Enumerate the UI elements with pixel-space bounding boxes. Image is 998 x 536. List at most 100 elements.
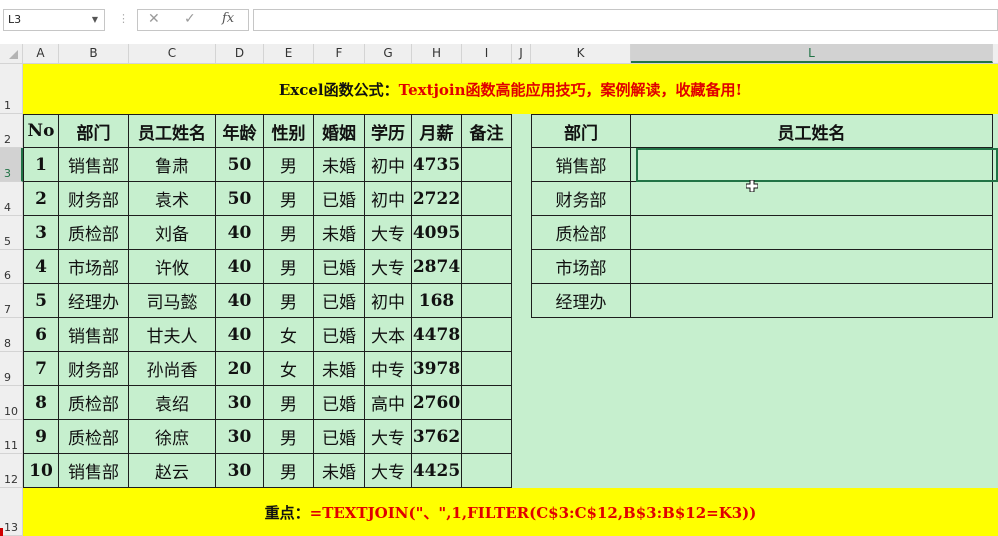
table-cell[interactable]: 10: [23, 454, 59, 488]
function-icon[interactable]: fx: [222, 11, 234, 26]
row-header-13[interactable]: 13: [0, 488, 23, 536]
lookup-cell[interactable]: [631, 284, 993, 318]
table-cell[interactable]: 5: [23, 284, 59, 318]
table-cell[interactable]: 已婚: [314, 182, 365, 216]
table-cell[interactable]: 大专: [365, 250, 412, 284]
table-cell[interactable]: 已婚: [314, 420, 365, 454]
table-cell[interactable]: 财务部: [59, 352, 129, 386]
lookup-cell[interactable]: 财务部: [531, 182, 631, 216]
table-cell[interactable]: 司马懿: [129, 284, 216, 318]
table-cell[interactable]: [462, 284, 512, 318]
table-cell[interactable]: [462, 318, 512, 352]
table-cell[interactable]: 初中: [365, 182, 412, 216]
table-cell[interactable]: 3: [23, 216, 59, 250]
row-header-1[interactable]: 1: [0, 64, 23, 114]
table-cell[interactable]: 4: [23, 250, 59, 284]
table-header-cell[interactable]: 年龄: [216, 114, 264, 148]
more-options-icon[interactable]: ⋮: [118, 12, 129, 25]
table-cell[interactable]: 女: [264, 318, 314, 352]
table-cell[interactable]: 2722: [412, 182, 462, 216]
table-cell[interactable]: 30: [216, 420, 264, 454]
table-cell[interactable]: 男: [264, 216, 314, 250]
row-header-10[interactable]: 10: [0, 386, 23, 420]
table-cell[interactable]: 赵云: [129, 454, 216, 488]
table-cell[interactable]: 已婚: [314, 250, 365, 284]
column-header-i[interactable]: I: [462, 44, 512, 63]
table-cell[interactable]: 40: [216, 318, 264, 352]
table-cell[interactable]: 6: [23, 318, 59, 352]
table-cell[interactable]: 甘夫人: [129, 318, 216, 352]
table-cell[interactable]: 4735: [412, 148, 462, 182]
table-header-cell[interactable]: 员工姓名: [129, 114, 216, 148]
table-cell[interactable]: 销售部: [59, 148, 129, 182]
lookup-header-cell[interactable]: 部门: [531, 114, 631, 148]
lookup-header-cell[interactable]: 员工姓名: [631, 114, 993, 148]
column-header-b[interactable]: B: [59, 44, 129, 63]
select-all-button[interactable]: [0, 44, 23, 63]
table-cell[interactable]: 高中: [365, 386, 412, 420]
title-banner[interactable]: Excel函数公式： Textjoin函数高能应用技巧，案例解读，收藏备用!: [23, 64, 998, 114]
name-box[interactable]: L3 ▼: [3, 9, 105, 31]
lookup-cell[interactable]: 市场部: [531, 250, 631, 284]
column-header-l[interactable]: L: [631, 44, 993, 63]
table-cell[interactable]: 2874: [412, 250, 462, 284]
table-cell[interactable]: 质检部: [59, 420, 129, 454]
row-header-5[interactable]: 5: [0, 216, 23, 250]
column-header-f[interactable]: F: [314, 44, 365, 63]
table-cell[interactable]: 中专: [365, 352, 412, 386]
table-cell[interactable]: 刘备: [129, 216, 216, 250]
table-header-cell[interactable]: 月薪: [412, 114, 462, 148]
table-cell[interactable]: 鲁肃: [129, 148, 216, 182]
row-header-11[interactable]: 11: [0, 420, 23, 454]
column-header-h[interactable]: H: [412, 44, 462, 63]
table-cell[interactable]: 女: [264, 352, 314, 386]
table-cell[interactable]: 4095: [412, 216, 462, 250]
table-cell[interactable]: 50: [216, 182, 264, 216]
table-cell[interactable]: 许攸: [129, 250, 216, 284]
table-cell[interactable]: 男: [264, 148, 314, 182]
column-header-g[interactable]: G: [365, 44, 412, 63]
lookup-cell[interactable]: [631, 216, 993, 250]
row-header-8[interactable]: 8: [0, 318, 23, 352]
table-cell[interactable]: 30: [216, 454, 264, 488]
row-header-6[interactable]: 6: [0, 250, 23, 284]
table-cell[interactable]: [462, 148, 512, 182]
table-cell[interactable]: [462, 386, 512, 420]
table-cell[interactable]: 初中: [365, 284, 412, 318]
table-header-cell[interactable]: 部门: [59, 114, 129, 148]
table-cell[interactable]: 男: [264, 420, 314, 454]
table-header-cell[interactable]: 婚姻: [314, 114, 365, 148]
table-cell[interactable]: 质检部: [59, 216, 129, 250]
table-cell[interactable]: 4425: [412, 454, 462, 488]
formula-input[interactable]: [253, 9, 998, 31]
table-cell[interactable]: 20: [216, 352, 264, 386]
table-cell[interactable]: [462, 454, 512, 488]
table-cell[interactable]: 168: [412, 284, 462, 318]
table-cell[interactable]: 40: [216, 284, 264, 318]
lookup-cell[interactable]: [631, 182, 993, 216]
chevron-down-icon[interactable]: ▼: [92, 10, 98, 30]
confirm-icon[interactable]: ✓: [184, 11, 196, 27]
table-cell[interactable]: 1: [23, 148, 59, 182]
lookup-cell[interactable]: [631, 250, 993, 284]
table-cell[interactable]: 大本: [365, 318, 412, 352]
row-header-3[interactable]: 3: [0, 148, 23, 182]
table-cell[interactable]: 3762: [412, 420, 462, 454]
lookup-cell[interactable]: 销售部: [531, 148, 631, 182]
footer-banner[interactable]: 重点： =TEXTJOIN("、",1,FILTER(C$3:C$12,B$3:B…: [23, 488, 998, 536]
row-header-12[interactable]: 12: [0, 454, 23, 488]
column-header-j[interactable]: J: [512, 44, 531, 63]
table-cell[interactable]: 男: [264, 250, 314, 284]
table-cell[interactable]: 40: [216, 250, 264, 284]
table-cell[interactable]: 男: [264, 182, 314, 216]
table-cell[interactable]: 2: [23, 182, 59, 216]
table-cell[interactable]: 销售部: [59, 318, 129, 352]
table-header-cell[interactable]: 学历: [365, 114, 412, 148]
table-cell[interactable]: 8: [23, 386, 59, 420]
row-header-4[interactable]: 4: [0, 182, 23, 216]
table-cell[interactable]: 初中: [365, 148, 412, 182]
table-header-cell[interactable]: 性别: [264, 114, 314, 148]
cancel-icon[interactable]: ✕: [148, 11, 160, 27]
lookup-cell[interactable]: 经理办: [531, 284, 631, 318]
table-cell[interactable]: 未婚: [314, 352, 365, 386]
